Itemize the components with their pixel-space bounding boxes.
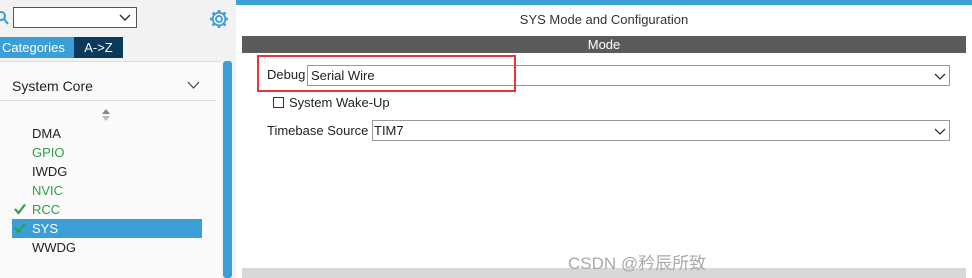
search-icon[interactable] (0, 10, 10, 26)
section-label: System Core (12, 78, 93, 94)
peripheral-item-gpio[interactable]: GPIO (12, 143, 202, 162)
peripheral-label: GPIO (32, 145, 65, 160)
scrollbar[interactable] (223, 61, 232, 278)
chevron-down-icon[interactable] (119, 11, 131, 23)
timebase-source-select[interactable]: TIM7 (372, 120, 950, 141)
timebase-source-value: TIM7 (374, 123, 404, 138)
mode-header: Mode (242, 36, 966, 53)
peripheral-label: SYS (32, 221, 59, 236)
peripheral-item-iwdg[interactable]: IWDG (12, 162, 202, 181)
peripheral-label: IWDG (32, 164, 68, 179)
tab-a-to-z[interactable]: A->Z (74, 37, 123, 58)
panel-top-strip (236, 0, 972, 5)
chevron-down-icon[interactable] (934, 125, 946, 137)
checkmark-icon (14, 222, 26, 234)
gear-icon[interactable] (209, 9, 229, 29)
debug-select[interactable]: Serial Wire (307, 65, 950, 86)
debug-label: Debug (267, 67, 306, 82)
category-tabs: Categories A->Z (0, 37, 236, 58)
search-input[interactable] (13, 7, 137, 28)
peripheral-label: DMA (32, 126, 61, 141)
tab-categories[interactable]: Categories (0, 37, 74, 58)
panel-title: SYS Mode and Configuration (519, 12, 689, 27)
left-panel: Categories A->Z System Core DMA GPIO IWDG N… (0, 0, 236, 278)
chevron-down-icon[interactable] (187, 80, 200, 90)
category-list-panel: System Core DMA GPIO IWDG NVIC RCC SYS WWDG (0, 61, 221, 278)
search-row (0, 5, 236, 33)
section-header-system-core[interactable]: System Core (0, 71, 216, 101)
sort-icon[interactable] (102, 109, 110, 121)
watermark: CSDN @矜辰所致 (568, 254, 707, 273)
checkmark-icon (14, 203, 26, 215)
peripheral-label: RCC (32, 202, 61, 217)
chevron-down-icon[interactable] (934, 70, 946, 82)
peripheral-item-rcc[interactable]: RCC (12, 200, 202, 219)
peripheral-label: NVIC (32, 183, 64, 198)
peripheral-label: WWDG (32, 240, 77, 255)
system-wakeup-checkbox[interactable] (273, 97, 284, 108)
debug-select-value: Serial Wire (311, 68, 375, 83)
peripheral-item-wwdg[interactable]: WWDG (12, 238, 202, 257)
system-wakeup-label: System Wake-Up (289, 95, 390, 110)
peripheral-item-dma[interactable]: DMA (12, 124, 202, 143)
configuration-panel: SYS Mode and Configuration Mode Debug Se… (236, 0, 972, 278)
peripheral-item-sys[interactable]: SYS (12, 219, 202, 238)
peripheral-item-nvic[interactable]: NVIC (12, 181, 202, 200)
timebase-source-label: Timebase Source (267, 123, 369, 138)
